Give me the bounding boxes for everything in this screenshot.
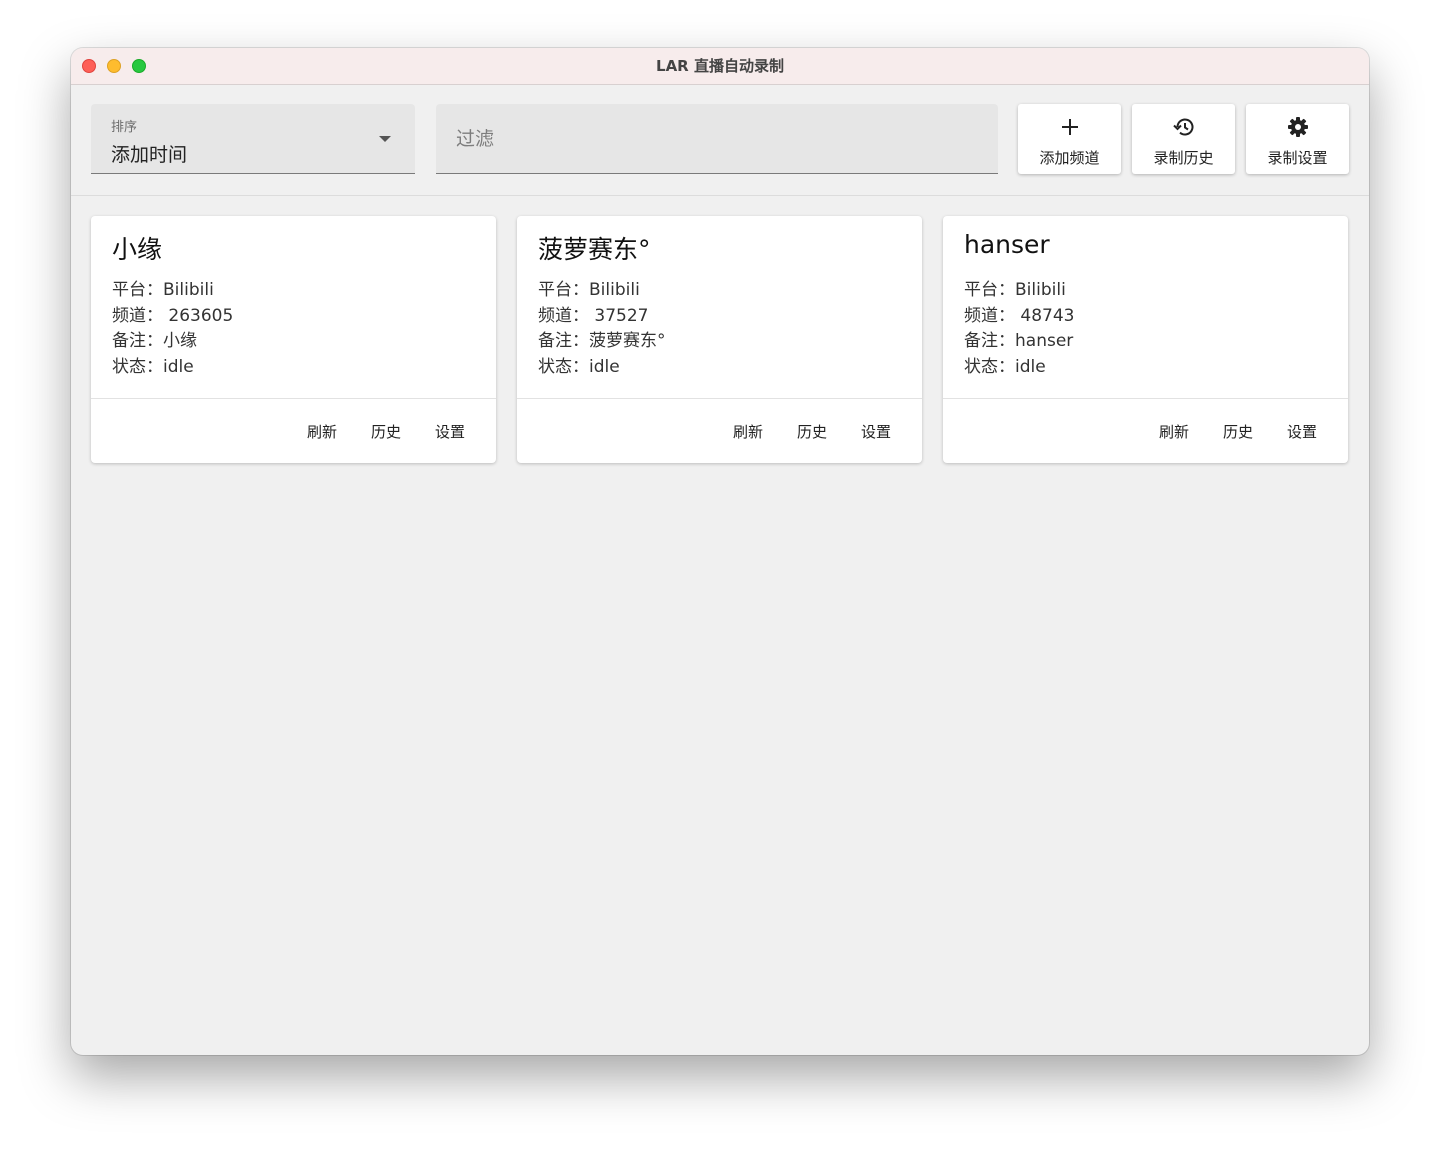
settings-button[interactable]: 设置 — [1270, 416, 1334, 448]
history-button[interactable]: 历史 — [780, 416, 844, 448]
history-icon — [1132, 116, 1235, 138]
settings-button[interactable]: 设置 — [418, 416, 482, 448]
note-label: 备注： — [112, 331, 163, 351]
card-actions: 刷新 历史 设置 — [1142, 416, 1334, 448]
refresh-button[interactable]: 刷新 — [290, 416, 354, 448]
note-label: 备注： — [538, 331, 589, 351]
sort-select[interactable]: 排序 添加时间 — [91, 104, 415, 174]
note-line: 备注：小缘 — [112, 329, 233, 355]
record-settings-button[interactable]: 录制设置 — [1246, 104, 1349, 174]
history-button[interactable]: 历史 — [1206, 416, 1270, 448]
platform-line: 平台：Bilibili — [112, 278, 233, 304]
toolbar: 排序 添加时间 添加频道 录制历史 — [71, 85, 1369, 196]
status-label: 状态： — [964, 356, 1015, 377]
channel-label: 频道： — [538, 305, 589, 326]
window-title: LAR 直播自动录制 — [656, 57, 784, 75]
channel-line: 频道： 48743 — [964, 304, 1074, 330]
platform-value: Bilibili — [1015, 280, 1066, 300]
status-value: idle — [163, 356, 194, 377]
note-line: 备注：hanser — [964, 329, 1074, 355]
platform-label: 平台： — [538, 280, 589, 300]
sort-label: 排序 — [111, 120, 138, 135]
card-divider — [91, 398, 496, 399]
note-label: 备注： — [964, 331, 1015, 351]
card-divider — [517, 398, 922, 399]
status-line: 状态：idle — [112, 355, 233, 381]
status-value: idle — [589, 356, 620, 377]
channel-line: 频道： 37527 — [538, 304, 666, 330]
note-value: hanser — [1015, 331, 1074, 351]
status-label: 状态： — [538, 356, 589, 377]
refresh-button[interactable]: 刷新 — [716, 416, 780, 448]
status-value: idle — [1015, 356, 1046, 377]
channel-title: 菠萝赛东° — [538, 235, 651, 264]
sort-value: 添加时间 — [111, 144, 188, 166]
filter-input[interactable] — [436, 104, 998, 174]
platform-line: 平台：Bilibili — [964, 278, 1074, 304]
note-value: 菠萝赛东° — [589, 331, 666, 351]
platform-label: 平台： — [112, 280, 163, 300]
channel-label: 频道： — [964, 305, 1015, 326]
note-line: 备注：菠萝赛东° — [538, 329, 666, 355]
channel-value: 263605 — [163, 305, 234, 326]
channel-card: 小缘 平台：Bilibili 频道： 263605 备注：小缘 状态：idle … — [91, 216, 496, 463]
platform-label: 平台： — [964, 280, 1015, 300]
channel-card: hanser 平台：Bilibili 频道： 48743 备注：hanser 状… — [943, 216, 1348, 463]
app-window: LAR 直播自动录制 排序 添加时间 添加频道 录制历史 — [71, 48, 1369, 1055]
channel-line: 频道： 263605 — [112, 304, 233, 330]
channel-title: 小缘 — [112, 235, 163, 264]
card-actions: 刷新 历史 设置 — [290, 416, 482, 448]
add-channel-button[interactable]: 添加频道 — [1018, 104, 1121, 174]
channel-title: hanser — [964, 230, 1050, 259]
caret-down-icon — [379, 136, 391, 142]
note-value: 小缘 — [163, 331, 197, 351]
card-divider — [943, 398, 1348, 399]
status-label: 状态： — [112, 356, 163, 377]
status-line: 状态：idle — [964, 355, 1074, 381]
title-bar[interactable]: LAR 直播自动录制 — [71, 48, 1369, 85]
channel-value: 48743 — [1015, 305, 1075, 326]
status-line: 状态：idle — [538, 355, 666, 381]
platform-line: 平台：Bilibili — [538, 278, 666, 304]
record-settings-label: 录制设置 — [1267, 149, 1328, 167]
card-actions: 刷新 历史 设置 — [716, 416, 908, 448]
plus-icon — [1018, 116, 1121, 138]
history-button[interactable]: 历史 — [354, 416, 418, 448]
channel-card: 菠萝赛东° 平台：Bilibili 频道： 37527 备注：菠萝赛东° 状态：… — [517, 216, 922, 463]
platform-value: Bilibili — [589, 280, 640, 300]
gear-icon — [1246, 116, 1349, 138]
record-history-button[interactable]: 录制历史 — [1132, 104, 1235, 174]
add-channel-label: 添加频道 — [1039, 149, 1100, 167]
platform-value: Bilibili — [163, 280, 214, 300]
refresh-button[interactable]: 刷新 — [1142, 416, 1206, 448]
channel-value: 37527 — [589, 305, 649, 326]
record-history-label: 录制历史 — [1153, 149, 1214, 167]
channel-label: 频道： — [112, 305, 163, 326]
settings-button[interactable]: 设置 — [844, 416, 908, 448]
